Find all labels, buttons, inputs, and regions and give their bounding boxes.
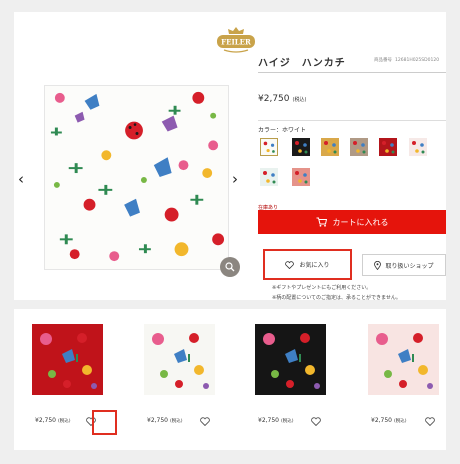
- prev-image-arrow[interactable]: ‹: [18, 170, 24, 188]
- related-price-tax: (税込): [281, 419, 294, 424]
- logo-text: FEILER: [221, 38, 251, 47]
- chevron-right-icon: ›: [232, 170, 238, 188]
- related-product-image[interactable]: [368, 324, 439, 395]
- related-price-value: ¥2,750: [371, 417, 392, 424]
- related-favorite-button[interactable]: [423, 414, 437, 428]
- price-tax: (税込): [292, 97, 307, 103]
- product-price: ¥2,750 (税込): [258, 94, 306, 104]
- related-product-price: ¥2,750 (税込): [258, 417, 294, 424]
- color-swatch[interactable]: [321, 138, 339, 156]
- product-title: ハイジ ハンカチ: [258, 58, 346, 69]
- color-label: カラー：ホワイト: [258, 127, 307, 134]
- product-code-label: 商品番号: [374, 58, 392, 63]
- add-to-cart-label: カートに入れる: [332, 217, 389, 227]
- cart-icon: [316, 217, 327, 227]
- pattern-note: ※柄の配置についてのご指定は、承ることができません。: [272, 295, 401, 301]
- related-favorite-button[interactable]: [309, 414, 323, 428]
- heart-icon: [425, 416, 435, 426]
- color-swatch[interactable]: [292, 168, 310, 186]
- color-swatch[interactable]: [260, 168, 278, 186]
- related-favorite-button[interactable]: [198, 414, 212, 428]
- chevron-left-icon: ‹: [18, 170, 24, 188]
- gift-note: ※ギフトやプレゼントにもご利用ください。: [272, 285, 372, 291]
- main-product-image[interactable]: [44, 85, 229, 270]
- related-price-tax: (税込): [394, 419, 407, 424]
- related-price-value: ¥2,750: [35, 417, 56, 424]
- store-locator-label: 取り扱いショップ: [385, 262, 434, 270]
- heart-icon: [200, 416, 210, 426]
- related-product-price: ¥2,750 (税込): [147, 417, 183, 424]
- feiler-logo[interactable]: FEILER: [214, 25, 258, 55]
- related-price-tax: (税込): [170, 419, 183, 424]
- related-product-image[interactable]: [255, 324, 326, 395]
- related-product-image[interactable]: [144, 324, 215, 395]
- product-detail-card: FEILER ‹ › ハイジ ハンカチ 商品番号 12681H025SD0120…: [14, 12, 446, 301]
- related-price-tax: (税込): [58, 419, 71, 424]
- related-product-price: ¥2,750 (税込): [35, 417, 71, 424]
- zoom-button[interactable]: [220, 257, 240, 277]
- related-product-price: ¥2,750 (税込): [371, 417, 407, 424]
- location-pin-icon: [374, 260, 382, 270]
- next-image-arrow[interactable]: ›: [232, 170, 238, 188]
- price-divider: [258, 120, 446, 121]
- title-divider: [258, 72, 446, 73]
- related-price-value: ¥2,750: [258, 417, 279, 424]
- related-product-image[interactable]: [32, 324, 103, 395]
- color-swatch[interactable]: [379, 138, 397, 156]
- heart-icon: [285, 260, 295, 269]
- color-swatch[interactable]: [260, 138, 278, 156]
- favorite-label: お気に入り: [299, 262, 330, 269]
- product-code-value: 12681H025SD0120: [395, 58, 440, 63]
- magnifier-icon: [225, 262, 235, 272]
- store-locator-button[interactable]: 取り扱いショップ: [362, 254, 446, 276]
- price-value: ¥2,750: [258, 94, 290, 104]
- color-swatch[interactable]: [292, 138, 310, 156]
- color-swatch[interactable]: [409, 138, 427, 156]
- add-to-cart-button[interactable]: カートに入れる: [258, 210, 446, 234]
- favorite-highlight-box: [92, 410, 117, 435]
- heart-icon: [311, 416, 321, 426]
- related-products-card: ¥2,750 (税込) ¥2,750 (税込) ¥2,750 (税込) ¥2,750 (税込): [14, 309, 446, 450]
- color-swatch[interactable]: [350, 138, 368, 156]
- product-code: 商品番号 12681H025SD0120: [374, 57, 439, 63]
- favorite-button[interactable]: お気に入り: [263, 249, 352, 280]
- related-price-value: ¥2,750: [147, 417, 168, 424]
